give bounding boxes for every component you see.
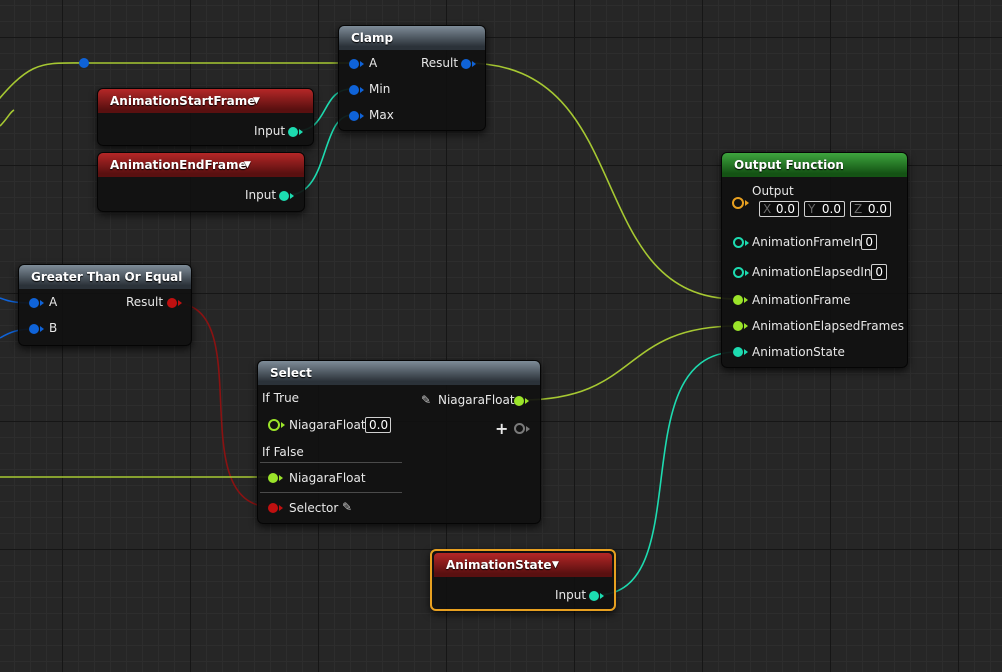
wire-select-to-elapsed-frames [521,325,738,401]
animation-elapsed-frames-label: AnimationElapsedFrames [752,319,904,333]
select-if-true-pin[interactable] [268,419,280,431]
animation-state-title-text: AnimationState [446,558,552,572]
animation-state-input-pin[interactable] [733,347,743,357]
output-z-field[interactable]: Z 0.0 [850,201,891,217]
caret-down-icon[interactable]: ▼ [253,89,260,113]
animation-state-title[interactable]: AnimationState ▼ [434,553,612,577]
animation-frame-int-label: AnimationFrameInt [752,235,867,249]
clamp-node[interactable]: Clamp A Min Max Result [338,25,486,131]
animation-end-frame-title[interactable]: AnimationEndFrame ▼ [98,153,304,177]
output-x-field[interactable]: X 0.0 [759,201,799,217]
x-axis-label: X [763,202,772,216]
select-selector-label: Selector [289,501,339,515]
clamp-min-label: Min [369,82,391,96]
clamp-a-label: A [369,56,378,70]
wire-clamp-to-animation-frame [465,62,738,300]
select-node[interactable]: Select If True NiagaraFloat 0.0 If False… [257,360,541,524]
select-if-true-pin-label: NiagaraFloat [289,418,366,432]
wire-offscreen-edge [0,109,15,127]
select-if-true-label: If True [262,391,300,405]
select-if-false-pin[interactable] [268,473,278,483]
caret-down-icon[interactable]: ▼ [552,553,559,577]
wire-reroute-node [79,58,89,68]
gte-result-pin[interactable] [167,298,177,308]
gte-a-pin[interactable] [29,298,39,308]
select-node-title[interactable]: Select [258,361,540,385]
animation-frame-int-value[interactable]: 0 [861,234,877,250]
clamp-a-pin[interactable] [349,59,359,69]
gte-result-label: Result [126,295,164,309]
animation-start-frame-output-pin[interactable] [288,127,298,137]
plus-icon[interactable]: + [495,419,508,438]
select-selector-pin[interactable] [268,503,278,513]
animation-start-frame-output-label: Input [254,124,286,138]
gte-b-label: B [49,321,58,335]
gte-b-pin[interactable] [29,324,39,334]
clamp-min-pin[interactable] [349,85,359,95]
clamp-max-label: Max [369,108,394,122]
select-if-false-pin-label: NiagaraFloat [289,471,366,485]
select-output-label: NiagaraFloat [438,393,515,407]
clamp-node-title[interactable]: Clamp [339,26,485,50]
select-divider-2 [260,492,402,493]
animation-frame-int-pin[interactable] [733,237,744,248]
animation-end-frame-output-pin[interactable] [279,191,289,201]
animation-elapsed-frames-pin[interactable] [733,321,743,331]
clamp-result-label: Result [421,56,459,70]
greater-than-or-equal-title[interactable]: Greater Than Or Equal [19,265,191,289]
gte-a-label: A [49,295,58,309]
animation-state-input-label: AnimationState [752,345,845,359]
select-if-true-value[interactable]: 0.0 [365,417,391,433]
animation-elapsed-int-label: AnimationElapsedInt [752,265,877,279]
z-axis-label: Z [854,202,863,216]
clamp-max-pin[interactable] [349,111,359,121]
animation-frame-label: AnimationFrame [752,293,851,307]
output-function-node[interactable]: Output Function Output X 0.0 Y 0.0 Z 0.0 An… [721,152,908,368]
select-output-pin[interactable] [514,396,524,406]
output-y-field[interactable]: Y 0.0 [804,201,845,217]
output-function-output-pin[interactable] [732,197,744,209]
animation-state-output-pin[interactable] [589,591,599,601]
y-axis-label: Y [808,202,816,216]
animation-start-frame-node[interactable]: AnimationStartFrame ▼ Input [97,88,314,146]
animation-elapsed-int-pin[interactable] [733,267,744,278]
animation-elapsed-int-value[interactable]: 0 [871,264,887,280]
caret-down-icon[interactable]: ▼ [244,153,251,177]
greater-than-or-equal-node[interactable]: Greater Than Or Equal A B Result [18,264,192,346]
select-divider-1 [260,462,402,463]
output-x-value: 0.0 [775,202,795,216]
animation-start-frame-title-text: AnimationStartFrame [110,94,256,108]
pencil-icon[interactable]: ✎ [421,393,431,407]
select-if-false-label: If False [262,445,304,459]
animation-start-frame-title[interactable]: AnimationStartFrame ▼ [98,89,313,113]
pencil-icon[interactable]: ✎ [342,500,352,514]
output-function-output-label: Output [752,184,794,198]
wire-state-to-output-state [596,351,738,596]
output-z-value: 0.0 [867,202,887,216]
select-add-pin[interactable] [514,423,525,434]
animation-frame-pin[interactable] [733,295,743,305]
clamp-result-pin[interactable] [461,59,471,69]
animation-end-frame-output-label: Input [245,188,277,202]
animation-end-frame-title-text: AnimationEndFrame [110,158,247,172]
animation-state-output-label: Input [555,588,587,602]
animation-end-frame-node[interactable]: AnimationEndFrame ▼ Input [97,152,305,212]
animation-state-node[interactable]: AnimationState ▼ Input [430,549,616,611]
output-y-value: 0.0 [821,202,841,216]
output-function-title[interactable]: Output Function [722,153,907,177]
